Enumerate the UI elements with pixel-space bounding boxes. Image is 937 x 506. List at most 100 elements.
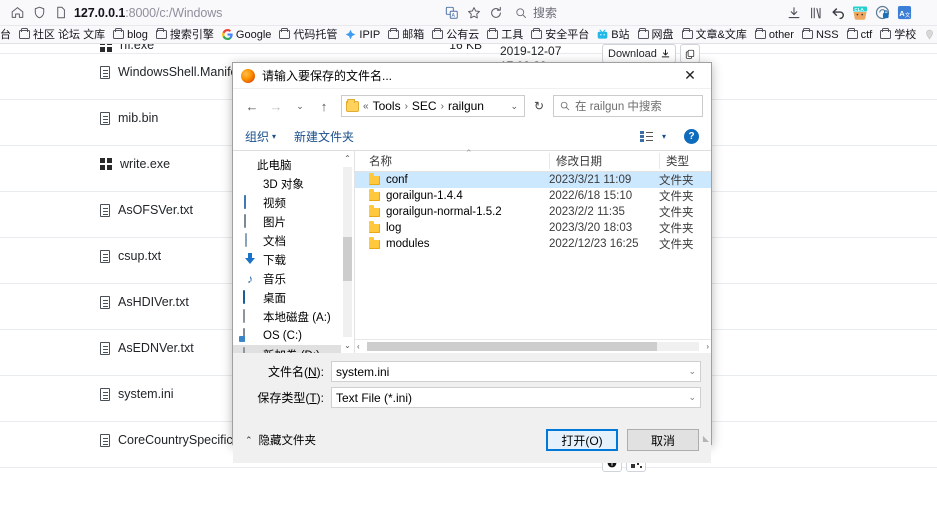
page-info-icon[interactable] <box>50 3 72 23</box>
windows-exe-icon <box>100 158 112 170</box>
resize-grip-icon[interactable]: ◣ <box>703 434 709 443</box>
file-list-item[interactable]: modules 2022/12/23 16:25 文件夹 <box>355 236 711 252</box>
scroll-right-icon[interactable]: › <box>706 342 709 351</box>
filetype-value: Text File (*.ini) <box>336 390 413 405</box>
bookmark-item[interactable]: IPIP <box>341 27 384 43</box>
bookmark-item[interactable]: 代码托管 <box>275 27 341 43</box>
recent-locations-chevron-icon[interactable]: ⌄ <box>289 95 311 117</box>
file-name[interactable]: rfl.exe <box>120 44 154 52</box>
library-icon[interactable] <box>805 3 827 23</box>
shield-lock-icon[interactable] <box>871 3 893 23</box>
folder-icon <box>846 28 858 39</box>
bookmark-item[interactable]: NSS <box>798 27 843 43</box>
file-name[interactable]: AsHDIVer.txt <box>118 295 189 309</box>
breadcrumb-item[interactable]: SEC <box>412 99 437 113</box>
forward-icon[interactable]: → <box>265 95 287 117</box>
file-name[interactable]: write.exe <box>120 157 170 171</box>
shield-icon[interactable] <box>28 3 50 23</box>
file-name[interactable]: AsEDNVer.txt <box>118 341 194 355</box>
filetype-select[interactable]: Text File (*.ini) ⌄ <box>331 387 701 408</box>
address-bar[interactable]: « Tools › SEC › railgun ⌄ <box>341 95 525 117</box>
table-row[interactable]: rfl.exe 16 KB 2019-12-07 17:09:39 Downlo… <box>0 44 937 86</box>
file-list-item[interactable]: gorailgun-1.4.4 2022/6/18 15:10 文件夹 <box>355 188 711 204</box>
scroll-left-icon[interactable]: ‹ <box>357 342 360 351</box>
star-icon[interactable] <box>463 3 485 23</box>
breadcrumb-item[interactable]: railgun <box>448 99 484 113</box>
chevron-down-icon[interactable]: ⌄ <box>688 366 696 377</box>
file-name[interactable]: WindowsShell.Manifest <box>118 65 247 79</box>
up-icon[interactable]: ↑ <box>313 95 335 117</box>
file-list-item[interactable]: log 2023/3/20 18:03 文件夹 <box>355 220 711 236</box>
bookmark-item[interactable]: 搜索引擎 <box>152 27 218 43</box>
document-icon <box>100 433 110 447</box>
bookmark-item[interactable]: other <box>751 27 798 43</box>
downloads-icon[interactable] <box>783 3 805 23</box>
translate-extension-icon[interactable]: A文 <box>893 3 915 23</box>
search-input[interactable]: 搜索 <box>507 3 757 23</box>
bookmark-item[interactable]: B站 <box>593 27 633 43</box>
sidebar-item-pictures[interactable]: 图片 <box>233 212 341 231</box>
bookmark-item[interactable]: 邮箱 <box>384 27 428 43</box>
bookmark-item[interactable]: 文章&文库 <box>678 27 751 43</box>
chevron-down-icon[interactable]: ⌄ <box>688 392 696 403</box>
breadcrumb-item[interactable]: Tools <box>373 99 401 113</box>
organize-button[interactable]: 组织 ▾ <box>245 128 276 145</box>
home-icon[interactable] <box>6 3 28 23</box>
file-item-name-cell: gorailgun-1.4.4 <box>355 189 549 202</box>
bookmark-item[interactable]: 社区 论坛 文库 <box>15 27 109 43</box>
reload-icon[interactable] <box>485 3 507 23</box>
sidebar-item-desktop[interactable]: 桌面 <box>233 288 341 307</box>
translate-icon[interactable]: A <box>441 3 463 23</box>
sidebar-item-documents[interactable]: 文档 <box>233 231 341 250</box>
column-header-name[interactable]: 名称 ⌃ <box>355 148 549 169</box>
file-name[interactable]: mib.bin <box>118 111 158 125</box>
cla-extension-icon[interactable]: CLA <box>849 3 871 23</box>
hide-folders-toggle[interactable]: ⌃ 隐藏文件夹 <box>245 432 537 448</box>
scrollbar-thumb[interactable] <box>343 237 352 281</box>
file-list-item[interactable]: gorailgun-normal-1.5.2 2023/2/2 11:35 文件… <box>355 204 711 220</box>
bookmark-item[interactable]: 工具 <box>483 27 527 43</box>
cancel-button[interactable]: 取消 <box>627 429 699 451</box>
close-icon[interactable]: ✕ <box>669 63 711 89</box>
new-folder-button[interactable]: 新建文件夹 <box>294 128 354 145</box>
dialog-search-input[interactable]: 在 railgun 中搜索 <box>553 95 703 117</box>
sidebar-item-music[interactable]: ♪ 音乐 <box>233 269 341 288</box>
file-name[interactable]: AsOFSVer.txt <box>118 203 193 217</box>
bookmark-item[interactable]: 公有云 <box>428 27 483 43</box>
bookmark-item[interactable]: ctf <box>843 27 877 43</box>
sidebar-scrollbar[interactable]: ⌃ ⌄ <box>341 151 354 353</box>
column-header-type[interactable]: 类型 <box>659 153 711 169</box>
back-arrow-icon[interactable] <box>827 3 849 23</box>
sidebar-item-local-disk-a[interactable]: 本地磁盘 (A:) <box>233 307 341 326</box>
open-button[interactable]: 打开(O) <box>546 429 618 451</box>
sidebar-item-os-c[interactable]: OS (C:) <box>233 326 341 345</box>
view-options-button[interactable]: ▾ <box>639 131 666 142</box>
sidebar-item-downloads[interactable]: 下载 <box>233 250 341 269</box>
file-list-item[interactable]: conf 2023/3/21 11:09 文件夹 <box>355 172 711 188</box>
file-name[interactable]: system.ini <box>118 387 174 401</box>
bookmark-item[interactable]: 安全平台 <box>527 27 593 43</box>
file-name[interactable]: csup.txt <box>118 249 161 263</box>
bookmark-item[interactable]: 台 <box>0 27 15 43</box>
filename-input[interactable]: system.ini ⌄ <box>331 361 701 382</box>
refresh-icon[interactable]: ↻ <box>527 95 551 117</box>
file-list-horizontal-scrollbar[interactable]: ‹ › <box>355 339 711 353</box>
scroll-up-icon[interactable]: ⌃ <box>344 154 351 163</box>
scroll-down-icon[interactable]: ⌄ <box>344 341 351 350</box>
sidebar-item-3d-objects[interactable]: 3D 对象 <box>233 174 341 193</box>
bookmark-item[interactable]: blog <box>109 27 152 43</box>
bookmark-item[interactable]: 学校 <box>876 27 920 43</box>
back-icon[interactable]: ← <box>241 95 263 117</box>
file-item-name: modules <box>386 238 430 250</box>
help-icon[interactable]: ? <box>684 129 699 144</box>
scrollbar-thumb[interactable] <box>367 342 657 351</box>
chevron-down-icon[interactable]: ⌄ <box>508 101 520 112</box>
bookmark-item[interactable]: CC <box>920 27 937 43</box>
bookmark-item[interactable]: Google <box>218 27 275 43</box>
column-header-date[interactable]: 修改日期 <box>549 153 659 169</box>
bookmark-item[interactable]: 网盘 <box>634 27 678 43</box>
url-bar[interactable]: 127.0.0.1:8000/c:/Windows <box>74 3 222 23</box>
sidebar-item-videos[interactable]: 视频 <box>233 193 341 212</box>
sidebar-item-new-volume-d[interactable]: 新加卷 (D:) <box>233 345 341 353</box>
sidebar-item-this-pc[interactable]: 此电脑 <box>233 155 341 174</box>
